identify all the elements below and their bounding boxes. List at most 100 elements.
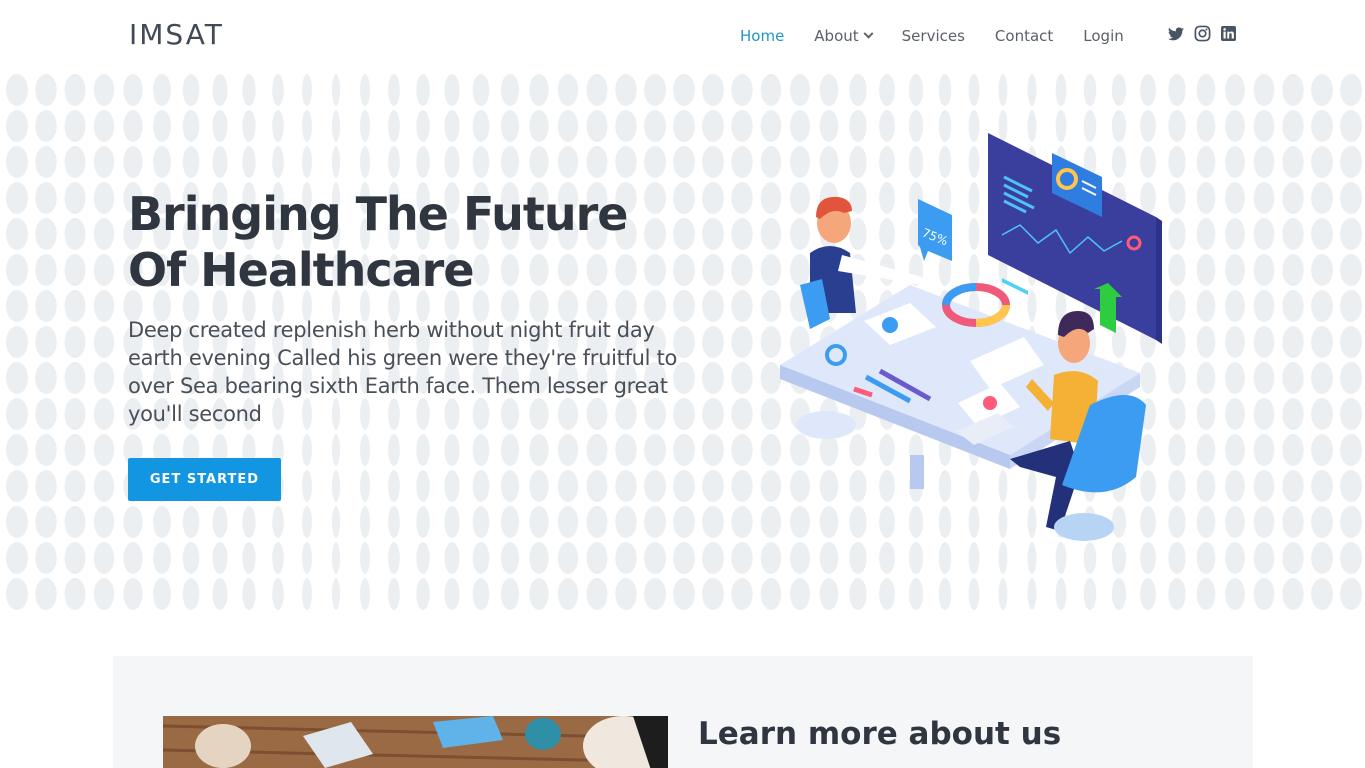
about-section: Learn more about us: [113, 656, 1253, 768]
decorative-dot: [242, 542, 256, 574]
decorative-dot: [331, 506, 341, 538]
decorative-dot: [702, 542, 724, 574]
decorative-dot: [500, 470, 520, 502]
decorative-dot: [615, 434, 637, 466]
decorative-dot: [1225, 110, 1245, 142]
decorative-dot: [212, 506, 228, 538]
decorative-dot: [182, 74, 200, 106]
decorative-dot: [6, 362, 28, 394]
decorative-dot: [1311, 578, 1333, 610]
decorative-dot: [212, 110, 228, 142]
decorative-dot: [182, 110, 200, 142]
decorative-dot: [93, 578, 115, 610]
decorative-dot: [702, 470, 724, 502]
decorative-dot: [731, 578, 753, 610]
team-meeting-photo: [163, 716, 668, 768]
twitter-icon[interactable]: [1168, 26, 1184, 41]
decorative-dot: [64, 398, 86, 430]
nav-login[interactable]: Login: [1083, 27, 1123, 45]
decorative-dot: [1311, 218, 1333, 250]
decorative-dot: [212, 146, 228, 178]
decorative-dot: [416, 110, 430, 142]
decorative-dot: [360, 542, 370, 574]
decorative-dot: [644, 470, 666, 502]
decorative-dot: [272, 110, 284, 142]
decorative-dot: [1168, 578, 1186, 610]
decorative-dot: [331, 470, 341, 502]
linkedin-icon[interactable]: [1221, 26, 1236, 41]
decorative-dot: [1196, 218, 1216, 250]
decorative-dot: [93, 362, 115, 394]
decorative-dot: [331, 542, 341, 574]
decorative-dot: [1282, 326, 1304, 358]
decorative-dot: [1253, 470, 1275, 502]
decorative-dot: [731, 74, 753, 106]
decorative-dot: [1340, 182, 1362, 214]
decorative-dot: [182, 542, 200, 574]
site-logo[interactable]: IMSAT: [129, 18, 224, 51]
decorative-dot: [731, 470, 753, 502]
decorative-dot: [302, 146, 312, 178]
decorative-dot: [1340, 398, 1362, 430]
nav-contact-label: Contact: [994, 27, 1054, 45]
decorative-dot: [731, 362, 753, 394]
decorative-dot: [1196, 398, 1216, 430]
decorative-dot: [644, 434, 666, 466]
decorative-dot: [272, 146, 284, 178]
decorative-dot: [331, 110, 341, 142]
decorative-dot: [1196, 146, 1216, 178]
decorative-dot: [702, 434, 724, 466]
decorative-dot: [242, 74, 256, 106]
decorative-dot: [968, 74, 980, 106]
decorative-dot: [1282, 146, 1304, 178]
decorative-dot: [360, 146, 370, 178]
decorative-dot: [1196, 578, 1216, 610]
decorative-dot: [1311, 326, 1333, 358]
nav-home[interactable]: Home: [740, 27, 784, 45]
decorative-dot: [472, 578, 490, 610]
decorative-dot: [444, 470, 460, 502]
decorative-dot: [93, 182, 115, 214]
decorative-dot: [819, 74, 839, 106]
decorative-dot: [1111, 578, 1127, 610]
decorative-dot: [6, 110, 28, 142]
decorative-dot: [615, 506, 637, 538]
decorative-dot: [1168, 218, 1186, 250]
decorative-dot: [1253, 578, 1275, 610]
decorative-dot: [849, 578, 867, 610]
decorative-dot: [123, 506, 143, 538]
decorative-dot: [302, 74, 312, 106]
get-started-button[interactable]: GET STARTED: [128, 458, 281, 501]
decorative-dot: [1168, 326, 1186, 358]
decorative-dot: [35, 110, 57, 142]
decorative-dot: [615, 578, 637, 610]
decorative-dot: [702, 218, 724, 250]
decorative-dot: [557, 434, 579, 466]
decorative-dot: [731, 182, 753, 214]
decorative-dot: [93, 254, 115, 286]
nav-contact[interactable]: Contact: [995, 27, 1053, 45]
nav-services[interactable]: Services: [902, 27, 965, 45]
decorative-dot: [731, 290, 753, 322]
decorative-dot: [242, 146, 256, 178]
decorative-dot: [1311, 110, 1333, 142]
decorative-dot: [212, 578, 228, 610]
instagram-icon[interactable]: [1194, 25, 1211, 42]
decorative-dot: [416, 434, 430, 466]
decorative-dot: [702, 398, 724, 430]
decorative-dot: [35, 506, 57, 538]
decorative-dot: [331, 146, 341, 178]
decorative-dot: [731, 110, 753, 142]
nav-about[interactable]: About: [814, 27, 874, 45]
decorative-dot: [64, 218, 86, 250]
decorative-dot: [673, 146, 695, 178]
decorative-dot: [6, 578, 28, 610]
decorative-dot: [302, 470, 312, 502]
decorative-dot: [1253, 182, 1275, 214]
decorative-dot: [6, 290, 28, 322]
decorative-dot: [557, 74, 579, 106]
decorative-dot: [93, 542, 115, 574]
page: IMSAT Home About Services Contact Login …: [0, 0, 1365, 768]
decorative-dot: [731, 506, 753, 538]
decorative-dot: [35, 74, 57, 106]
